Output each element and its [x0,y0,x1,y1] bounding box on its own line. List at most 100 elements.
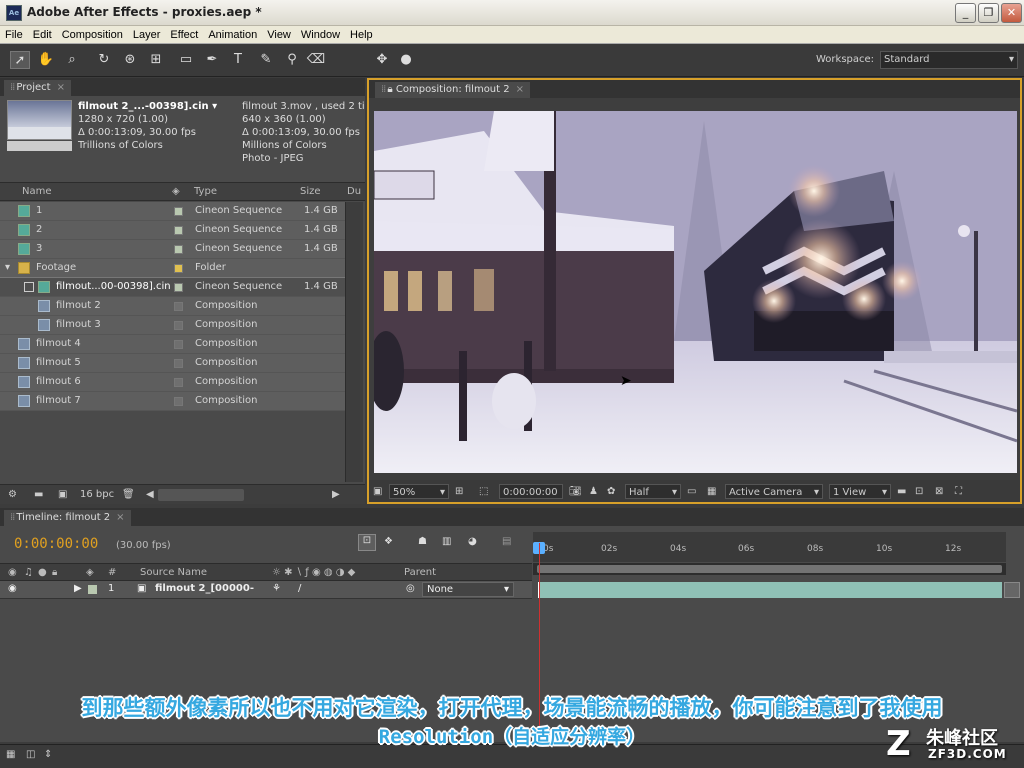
composition-viewer[interactable]: ➤ [374,111,1017,473]
label-swatch[interactable] [174,283,183,292]
label-swatch[interactable] [174,264,183,273]
work-area-bar[interactable] [533,563,1006,575]
label-swatch[interactable] [174,245,183,254]
layer-name[interactable]: filmout 2_[00000- [155,583,254,594]
timeline-expand-icon[interactable] [1004,582,1020,598]
menu-help[interactable]: Help [345,26,378,44]
column-duration[interactable]: Du [347,186,361,197]
label-column-icon[interactable]: ◈ [172,186,180,197]
project-row[interactable]: 2 Cineon Sequence 1.4 GB [0,221,345,240]
snapshot-icon[interactable]: 📷︎ [569,484,582,499]
switches-header-icons[interactable]: ☼ ✱ ∖ ƒ ◉ ◍ ◑ ◆ [272,567,355,578]
show-snapshot-icon[interactable]: ♟ [589,484,598,499]
menu-window[interactable]: Window [296,26,345,44]
region-of-interest-icon[interactable]: ⬚ [479,484,488,499]
lock-icon[interactable]: 🔒︎ [387,84,392,95]
video-switch-icon[interactable]: ◉ [8,567,17,578]
timeline-layer-row[interactable]: ◉ ▶ 1 ▣ filmout 2_[00000- ⚘ / ◎ None ▾ [0,581,532,599]
close-icon[interactable]: × [57,82,65,93]
menu-animation[interactable]: Animation [203,26,262,44]
scroll-right-icon[interactable]: ▶ [332,489,340,500]
project-row[interactable]: filmout 2 Composition [0,297,345,316]
video-toggle-icon[interactable]: ◉ [8,583,17,594]
audio-switch-icon[interactable]: ♫ [24,567,33,578]
type-tool-icon[interactable]: T [228,51,248,69]
comp-flowchart-icon[interactable]: ⊠ [935,484,943,499]
always-preview-icon[interactable]: ▣ [373,484,382,499]
minimize-button[interactable]: _ [955,3,976,23]
menu-effect[interactable]: Effect [165,26,203,44]
toggle-switches-icon[interactable]: ▦ [6,749,15,760]
menu-edit[interactable]: Edit [28,26,57,44]
quality-switch-icon[interactable]: ⚘ [272,583,281,594]
project-row[interactable]: ▾ Footage Folder [0,259,345,278]
project-row[interactable]: 1 Cineon Sequence 1.4 GB [0,202,345,221]
layer-number-header[interactable]: # [108,567,116,578]
parent-dropdown[interactable]: None ▾ [422,582,514,597]
project-row[interactable]: filmout 3 Composition [0,316,345,335]
timeline-link-icon[interactable]: ⊡ [915,484,923,499]
resolution-dropdown[interactable]: Half ▾ [625,484,681,499]
column-size[interactable]: Size [300,186,321,197]
workspace-dropdown[interactable]: Standard ▾ [880,51,1018,69]
current-time-display[interactable]: 0:00:00:00 [499,484,563,499]
reset-exposure-icon[interactable]: ⛶ [955,484,962,499]
bit-depth-label[interactable]: 16 bpc [80,489,114,500]
label-swatch[interactable] [174,340,183,349]
project-row[interactable]: filmout 7 Composition [0,392,345,411]
interpret-footage-icon[interactable]: ⚙ [8,489,17,500]
column-type[interactable]: Type [194,186,217,197]
project-scrollbar[interactable] [345,202,363,482]
tab-composition[interactable]: ⁞⁞ 🔒︎ Composition: filmout 2 × [375,82,531,98]
zoom-tool-icon[interactable]: ⌕ [62,51,82,69]
toggle-pixel-aspect-icon[interactable]: ▬ [897,484,906,499]
label-swatch[interactable] [174,302,183,311]
orbit-camera-tool-icon[interactable]: ⊛ [120,51,140,69]
live-update-icon[interactable]: ⊡ [358,534,376,551]
tab-timeline[interactable]: ⁞⁞ Timeline: filmout 2 × [4,510,131,526]
brush-tool-icon[interactable]: ✎ [256,51,276,69]
time-ruler[interactable]: 0s 02s 04s 06s 08s 10s 12s [533,532,1006,562]
axis-mode-icon[interactable]: ✥ [372,51,392,69]
menu-composition[interactable]: Composition [57,26,128,44]
timeline-current-time[interactable]: 0:00:00:00 [14,536,98,552]
checkbox[interactable] [24,282,34,292]
toggle-in-out-icon[interactable]: ⇕ [44,749,52,760]
rectangle-mask-tool-icon[interactable]: ▭ [176,51,196,69]
view-layout-dropdown[interactable]: 1 View ▾ [829,484,891,499]
safe-zones-icon[interactable]: ⊞ [455,484,463,499]
camera-view-dropdown[interactable]: Active Camera ▾ [725,484,823,499]
maximize-button[interactable]: ❐ [978,3,999,23]
label-swatch[interactable] [174,378,183,387]
label-swatch[interactable] [174,359,183,368]
project-row[interactable]: 3 Cineon Sequence 1.4 GB [0,240,345,259]
label-swatch[interactable] [174,397,183,406]
trash-icon[interactable]: 🗑 [122,489,135,500]
parent-header[interactable]: Parent [404,567,436,578]
work-area-range[interactable] [537,565,1002,573]
shy-layers-icon[interactable]: ☗ [418,536,427,547]
new-composition-icon[interactable]: ▣ [58,489,67,500]
horizontal-scrollbar[interactable] [158,489,244,501]
project-row[interactable]: filmout...00-00398].cin Cineon Sequence … [0,277,346,298]
transparency-grid-icon[interactable]: ▦ [707,484,716,499]
selection-tool-icon[interactable]: ➚ [10,51,30,69]
magnification-dropdown[interactable]: 50% ▾ [389,484,449,499]
project-row[interactable]: filmout 6 Composition [0,373,345,392]
motion-blur-icon[interactable]: ◕ [468,536,477,547]
draft-3d-icon[interactable]: ❖ [384,536,393,547]
selected-item-name[interactable]: filmout 2_...-00398].cin ▾ [78,100,238,113]
label-swatch[interactable] [174,226,183,235]
pen-tool-icon[interactable]: ✒ [202,51,222,69]
menu-layer[interactable]: Layer [128,26,166,44]
hand-tool-icon[interactable]: ✋ [36,51,56,69]
toggle-modes-icon[interactable]: ◫ [26,749,35,760]
scroll-left-icon[interactable]: ◀ [146,489,154,500]
layer-duration-bar[interactable] [538,582,1002,598]
close-icon[interactable]: × [516,84,524,95]
expand-layer-icon[interactable]: ▶ [74,583,82,594]
menu-file[interactable]: File [0,26,28,44]
disclosure-triangle-icon[interactable]: ▾ [5,262,10,273]
solo-switch-icon[interactable]: ● [38,567,47,578]
rotation-tool-icon[interactable]: ↻ [94,51,114,69]
